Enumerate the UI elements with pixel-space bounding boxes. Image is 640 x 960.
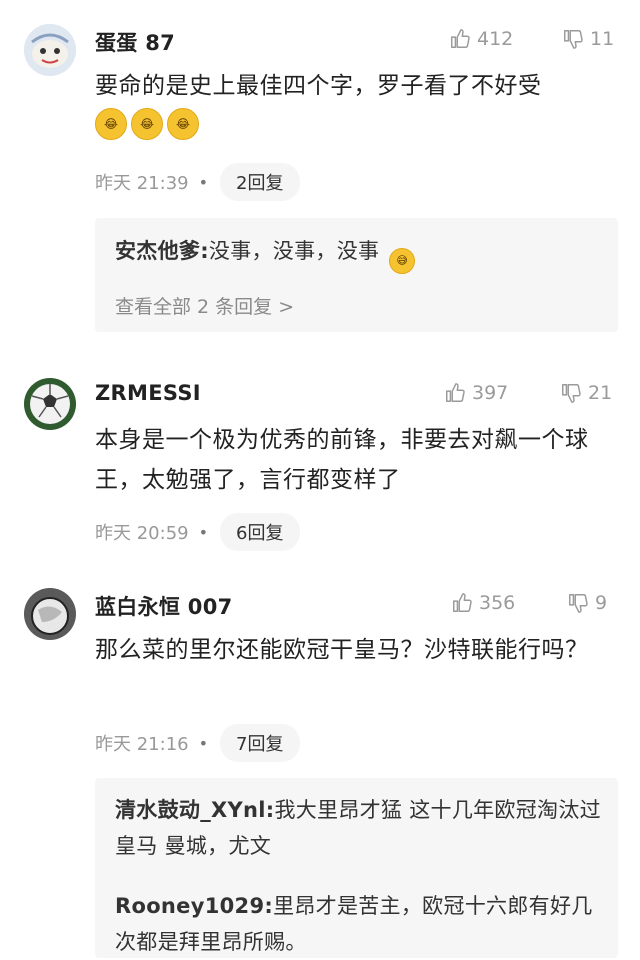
separator-dot: • bbox=[198, 172, 209, 192]
comment-meta: 昨天 21:16 • 7回复 bbox=[95, 724, 300, 762]
emoji-row: 😂 😂 😂 bbox=[95, 108, 199, 140]
view-all-replies-link[interactable]: 查看全部 2 条回复 > bbox=[115, 292, 294, 319]
reply-count-button[interactable]: 7回复 bbox=[220, 724, 300, 762]
comment-item: 蛋蛋 87 412 11 要命的是史上最佳四个字，罗子看了不好受 😂 😂 😂 昨… bbox=[0, 0, 640, 350]
like-count: 412 bbox=[477, 28, 514, 50]
timestamp: 昨天 21:39 bbox=[95, 173, 189, 194]
reply-count-button[interactable]: 2回复 bbox=[220, 163, 300, 201]
reply-author[interactable]: 安杰他爹 bbox=[115, 239, 200, 263]
username[interactable]: ZRMESSI bbox=[95, 381, 201, 405]
avatar[interactable] bbox=[24, 24, 76, 76]
reply-author[interactable]: 清水鼓动_XYnl bbox=[115, 798, 266, 822]
comment-meta: 昨天 20:59 • 6回复 bbox=[95, 513, 300, 551]
comment-text: 本身是一个极为优秀的前锋，非要去对飙一个球王，太勉强了，言行都变样了 bbox=[95, 427, 589, 493]
dislike-button[interactable]: 9 bbox=[567, 592, 607, 614]
sweat-smile-emoji: 😅 bbox=[389, 248, 416, 274]
dislike-count: 9 bbox=[595, 592, 608, 614]
thumbs-up-icon bbox=[446, 383, 465, 402]
reply-count-button[interactable]: 6回复 bbox=[220, 513, 300, 551]
separator-dot: • bbox=[198, 733, 209, 753]
like-count: 397 bbox=[472, 382, 509, 404]
like-button[interactable]: 356 bbox=[451, 592, 515, 614]
comment-meta: 昨天 21:39 • 2回复 bbox=[95, 163, 300, 201]
like-button[interactable]: 397 bbox=[444, 382, 508, 404]
separator-dot: • bbox=[198, 522, 209, 542]
comment-text: 要命的是史上最佳四个字，罗子看了不好受 bbox=[95, 73, 542, 99]
reply-author[interactable]: Rooney1029 bbox=[115, 894, 264, 918]
dislike-count: 21 bbox=[588, 382, 613, 404]
thumbs-up-icon bbox=[453, 593, 472, 612]
thumbs-down-icon bbox=[569, 594, 588, 613]
avatar[interactable] bbox=[24, 588, 76, 640]
timestamp: 昨天 20:59 bbox=[95, 523, 189, 544]
dislike-count: 11 bbox=[590, 28, 615, 50]
reply-text: 没事，没事，没事 bbox=[208, 239, 380, 263]
reply-separator: : bbox=[264, 894, 274, 918]
username[interactable]: 蓝白永恒 007 bbox=[95, 591, 233, 621]
reply-item: 清水鼓动_XYnl:我大里昂才猛 这十几年欧冠淘汰过皇马 曼城，尤文 bbox=[115, 792, 605, 864]
dislike-button[interactable]: 21 bbox=[560, 382, 612, 404]
comment-item: 蓝白永恒 007 356 9 那么菜的里尔还能欧冠干皇马？沙特联能行吗？ 昨天 … bbox=[0, 560, 640, 958]
cry-laugh-emoji: 😂 bbox=[95, 108, 127, 140]
reply-separator: : bbox=[200, 239, 209, 263]
timestamp: 昨天 21:16 bbox=[95, 734, 189, 755]
thumbs-up-icon bbox=[451, 29, 470, 48]
thumbs-down-icon bbox=[562, 384, 581, 403]
reply-box: 清水鼓动_XYnl:我大里昂才猛 这十几年欧冠淘汰过皇马 曼城，尤文 Roone… bbox=[95, 778, 618, 958]
username[interactable]: 蛋蛋 87 bbox=[95, 27, 175, 57]
cry-laugh-emoji: 😂 bbox=[131, 108, 163, 140]
reply-box: 安杰他爹:没事，没事，没事 😅 查看全部 2 条回复 > bbox=[95, 218, 618, 332]
like-count: 356 bbox=[479, 592, 516, 614]
reply-item: 安杰他爹:没事，没事，没事 😅 bbox=[115, 233, 605, 274]
avatar[interactable] bbox=[24, 378, 76, 430]
thumbs-down-icon bbox=[564, 30, 583, 49]
comment-item: ZRMESSI 397 21 本身是一个极为优秀的前锋，非要去对飙一个球王，太勉… bbox=[0, 350, 640, 560]
cry-laugh-emoji: 😂 bbox=[167, 108, 199, 140]
dislike-button[interactable]: 11 bbox=[562, 28, 614, 50]
like-button[interactable]: 412 bbox=[449, 28, 513, 50]
comment-text: 那么菜的里尔还能欧冠干皇马？沙特联能行吗？ bbox=[95, 637, 589, 663]
reply-item: Rooney1029:里昂才是苦主，欧冠十六郎有好几次都是拜里昂所赐。 bbox=[115, 888, 605, 960]
